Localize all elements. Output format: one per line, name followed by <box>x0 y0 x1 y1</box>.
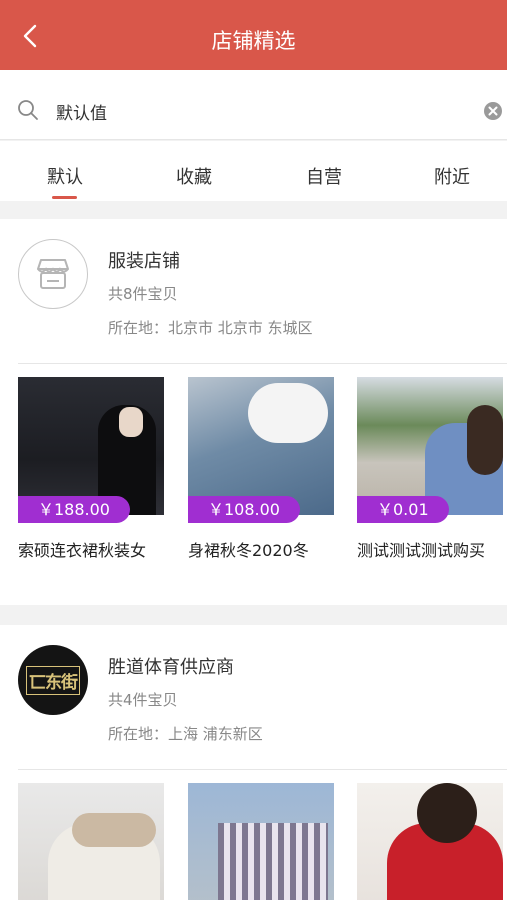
product-image <box>188 377 334 515</box>
product-price-tag: ￥108.00 <box>188 496 300 523</box>
shop-item-count: 共4件宝贝 <box>108 691 178 709</box>
shop-name: 胜道体育供应商 <box>108 657 234 678</box>
product-name: 测试测试测试购买 <box>357 541 486 560</box>
product-price-tag: ￥188.00 <box>18 496 130 523</box>
shop-logo-text: 匸东街 <box>26 665 80 695</box>
product-image <box>188 783 334 900</box>
tab-nearby[interactable]: 附近 <box>412 163 492 189</box>
shop-logo: 匸东街 <box>18 645 88 715</box>
page-title: 店铺精选 <box>211 29 296 53</box>
product-image <box>357 377 503 515</box>
divider <box>18 769 507 770</box>
search-bar <box>0 70 507 140</box>
product-item[interactable]: ￥108.00 身裙秋冬2020冬 <box>188 377 334 561</box>
shop-logo <box>18 239 88 309</box>
product-item[interactable]: ￥188.00 索硕连衣裙秋装女 <box>18 377 164 561</box>
tab-default[interactable]: 默认 <box>25 163 105 189</box>
app-header: 店铺精选 <box>0 0 507 70</box>
product-name: 身裙秋冬2020冬 <box>188 541 309 560</box>
divider <box>18 363 507 364</box>
shop-name: 服装店铺 <box>108 251 180 272</box>
product-item[interactable]: ￥0.01 测试测试测试购买 <box>357 377 503 561</box>
shop-card[interactable]: 匸东街 胜道体育供应商 共4件宝贝 所在地：上海 浦东新区 <box>0 625 507 900</box>
product-price-tag: ￥0.01 <box>357 496 449 523</box>
product-image <box>18 377 164 515</box>
tab-favorites[interactable]: 收藏 <box>154 163 234 189</box>
search-input[interactable] <box>56 98 456 124</box>
product-image <box>357 783 503 900</box>
product-item[interactable] <box>188 783 334 900</box>
filter-tabs: 默认 收藏 自营 附近 <box>0 141 507 201</box>
search-icon <box>18 100 38 120</box>
active-tab-indicator <box>52 196 77 199</box>
shop-location: 所在地：上海 浦东新区 <box>108 725 263 743</box>
shop-item-count: 共8件宝贝 <box>108 285 178 303</box>
tab-self-operated[interactable]: 自营 <box>284 163 364 189</box>
product-item[interactable] <box>18 783 164 900</box>
shop-location: 所在地：北京市 北京市 东城区 <box>108 319 313 337</box>
clear-icon[interactable] <box>483 101 503 121</box>
product-image <box>18 783 164 900</box>
shop-card[interactable]: 服装店铺 共8件宝贝 所在地：北京市 北京市 东城区 ￥188.00 索硕连衣裙… <box>0 219 507 605</box>
product-name: 索硕连衣裙秋装女 <box>18 541 147 560</box>
store-icon <box>37 259 69 289</box>
product-item[interactable] <box>357 783 503 900</box>
